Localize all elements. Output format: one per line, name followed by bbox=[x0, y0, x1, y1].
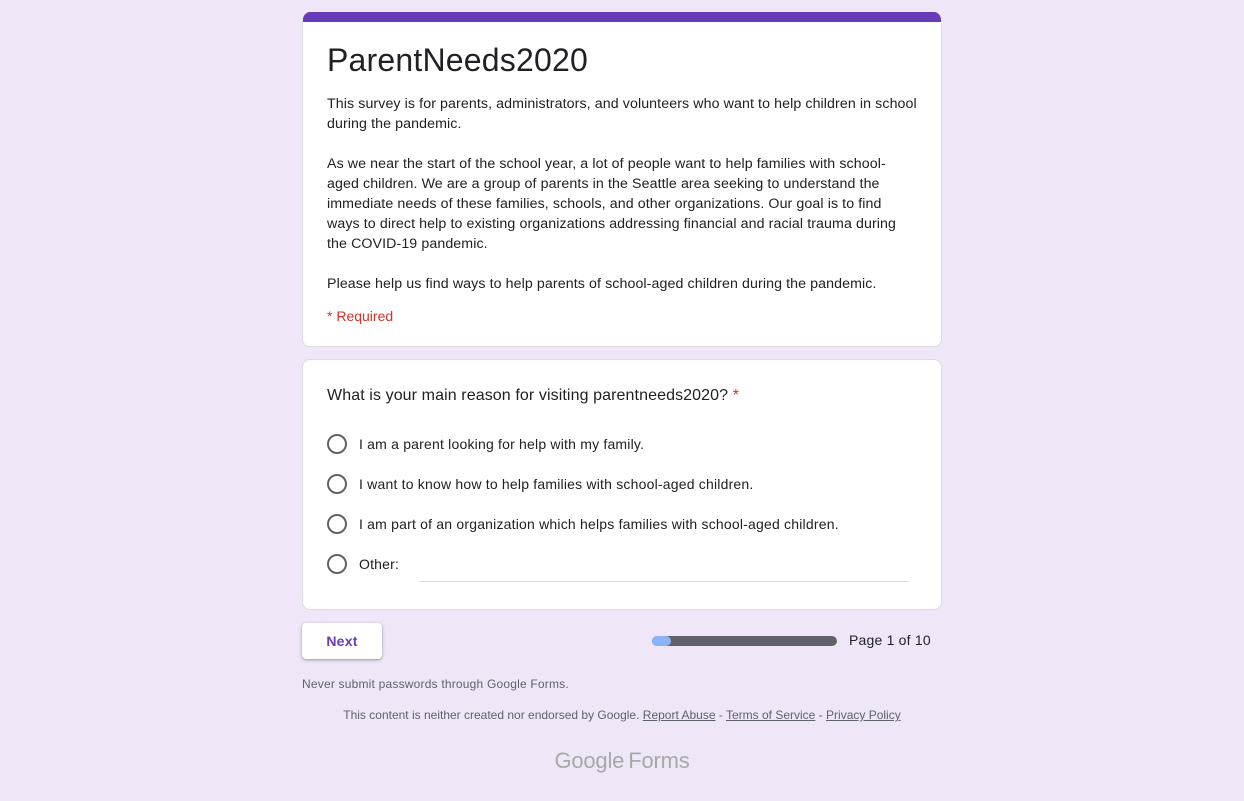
question-card: What is your main reason for visiting pa… bbox=[302, 359, 942, 610]
form-navigation: Next Page 1 of 10 bbox=[302, 623, 942, 659]
terms-of-service-link[interactable]: Terms of Service bbox=[726, 708, 815, 722]
required-note: * Required bbox=[327, 308, 394, 324]
description-paragraph: Please help us find ways to help parents… bbox=[327, 276, 877, 292]
footer: This content is neither created nor endo… bbox=[302, 708, 942, 722]
header-accent-bar bbox=[303, 12, 941, 22]
logo-google-text: Google bbox=[554, 748, 625, 773]
form-header-card: ParentNeeds2020 This survey is for paren… bbox=[302, 12, 942, 347]
description-paragraph: This survey is for parents, administrato… bbox=[327, 96, 917, 132]
form-title: ParentNeeds2020 bbox=[327, 42, 588, 78]
question-text: What is your main reason for visiting pa… bbox=[327, 387, 729, 404]
radio-button[interactable] bbox=[327, 554, 347, 574]
progress-bar bbox=[652, 636, 837, 646]
google-forms-logo[interactable]: Google Forms bbox=[302, 748, 942, 774]
radio-option-label[interactable]: I want to know how to help families with… bbox=[359, 476, 754, 492]
radio-button[interactable] bbox=[327, 474, 347, 494]
radio-button[interactable] bbox=[327, 514, 347, 534]
radio-option[interactable]: I am a parent looking for help with my f… bbox=[327, 424, 917, 464]
report-abuse-link[interactable]: Report Abuse bbox=[643, 708, 716, 722]
next-button[interactable]: Next bbox=[302, 623, 382, 659]
form-description: This survey is for parents, administrato… bbox=[327, 94, 917, 294]
disclaimer-text: This content is neither created nor endo… bbox=[343, 708, 640, 722]
required-asterisk: * bbox=[732, 387, 740, 404]
radio-option[interactable]: I want to know how to help families with… bbox=[327, 464, 917, 504]
radio-button[interactable] bbox=[327, 434, 347, 454]
radio-group: I am a parent looking for help with my f… bbox=[327, 424, 917, 584]
page-indicator: Page 1 of 10 bbox=[849, 632, 931, 648]
radio-option[interactable]: I am part of an organization which helps… bbox=[327, 504, 917, 544]
question-title: What is your main reason for visiting pa… bbox=[327, 386, 917, 406]
form-container: ParentNeeds2020 This survey is for paren… bbox=[302, 12, 942, 774]
radio-option-other[interactable]: Other: bbox=[327, 544, 917, 584]
password-warning: Never submit passwords through Google Fo… bbox=[302, 677, 569, 691]
footer-separator: - bbox=[718, 708, 723, 722]
privacy-policy-link[interactable]: Privacy Policy bbox=[826, 708, 901, 722]
radio-option-label[interactable]: Other: bbox=[359, 556, 399, 572]
other-text-input[interactable] bbox=[419, 556, 909, 582]
radio-option-label[interactable]: I am part of an organization which helps… bbox=[359, 516, 839, 532]
footer-separator: - bbox=[818, 708, 823, 722]
logo-forms-text: Forms bbox=[628, 748, 690, 773]
description-paragraph: As we near the start of the school year,… bbox=[327, 156, 897, 252]
progress-bar-fill bbox=[652, 636, 671, 646]
radio-option-label[interactable]: I am a parent looking for help with my f… bbox=[359, 436, 644, 452]
